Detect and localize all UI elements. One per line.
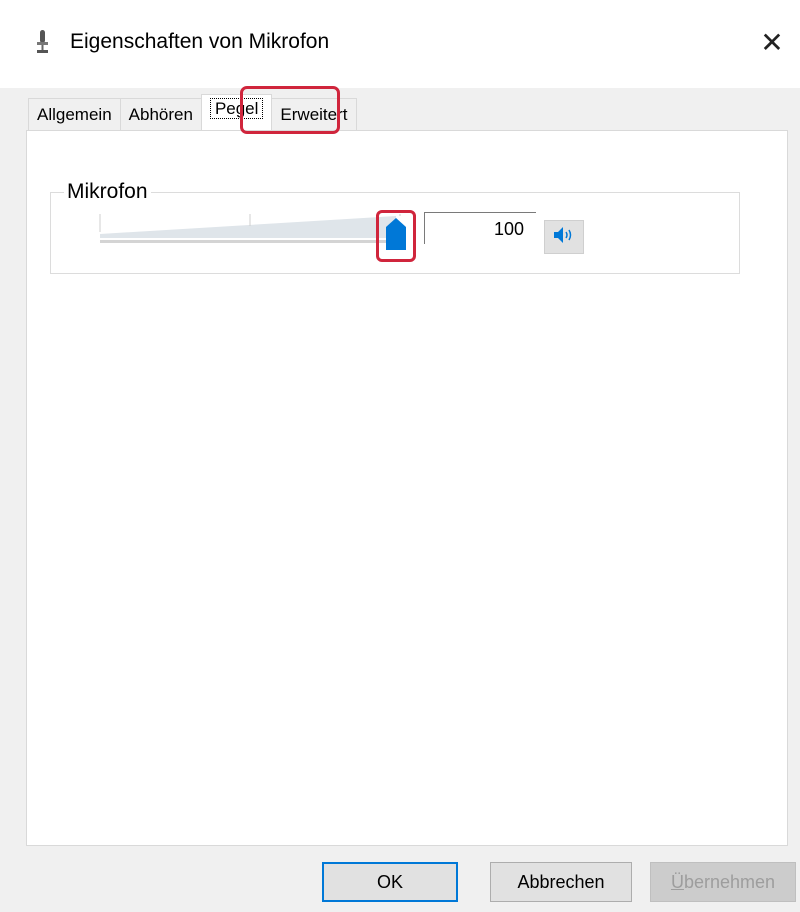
microphone-icon — [34, 28, 52, 56]
ok-button[interactable]: OK — [322, 862, 458, 902]
tab-strip: Allgemein Abhören Pegel Erweitert — [28, 94, 357, 130]
close-button[interactable]: ✕ — [744, 14, 800, 70]
dialog-window: Eigenschaften von Mikrofon ✕ Allgemein A… — [0, 0, 800, 912]
cancel-button[interactable]: Abbrechen — [490, 862, 632, 902]
tab-pegel[interactable]: Pegel — [200, 94, 273, 130]
group-label: Mikrofon — [64, 180, 151, 204]
tab-erweitert[interactable]: Erweitert — [271, 98, 357, 130]
close-icon: ✕ — [760, 26, 784, 58]
slider-ramp — [100, 216, 396, 238]
slider-track — [100, 240, 400, 243]
level-value-field[interactable]: 100 — [424, 212, 536, 244]
mute-button[interactable] — [544, 220, 584, 254]
tab-allgemein[interactable]: Allgemein — [28, 98, 121, 130]
title-bar[interactable]: Eigenschaften von Mikrofon ✕ — [0, 0, 800, 88]
level-slider[interactable] — [96, 210, 416, 250]
tab-abhoeren[interactable]: Abhören — [119, 98, 202, 130]
speaker-icon — [553, 226, 575, 249]
window-title: Eigenschaften von Mikrofon — [70, 30, 330, 53]
apply-button[interactable]: Übernehmen — [650, 862, 796, 902]
